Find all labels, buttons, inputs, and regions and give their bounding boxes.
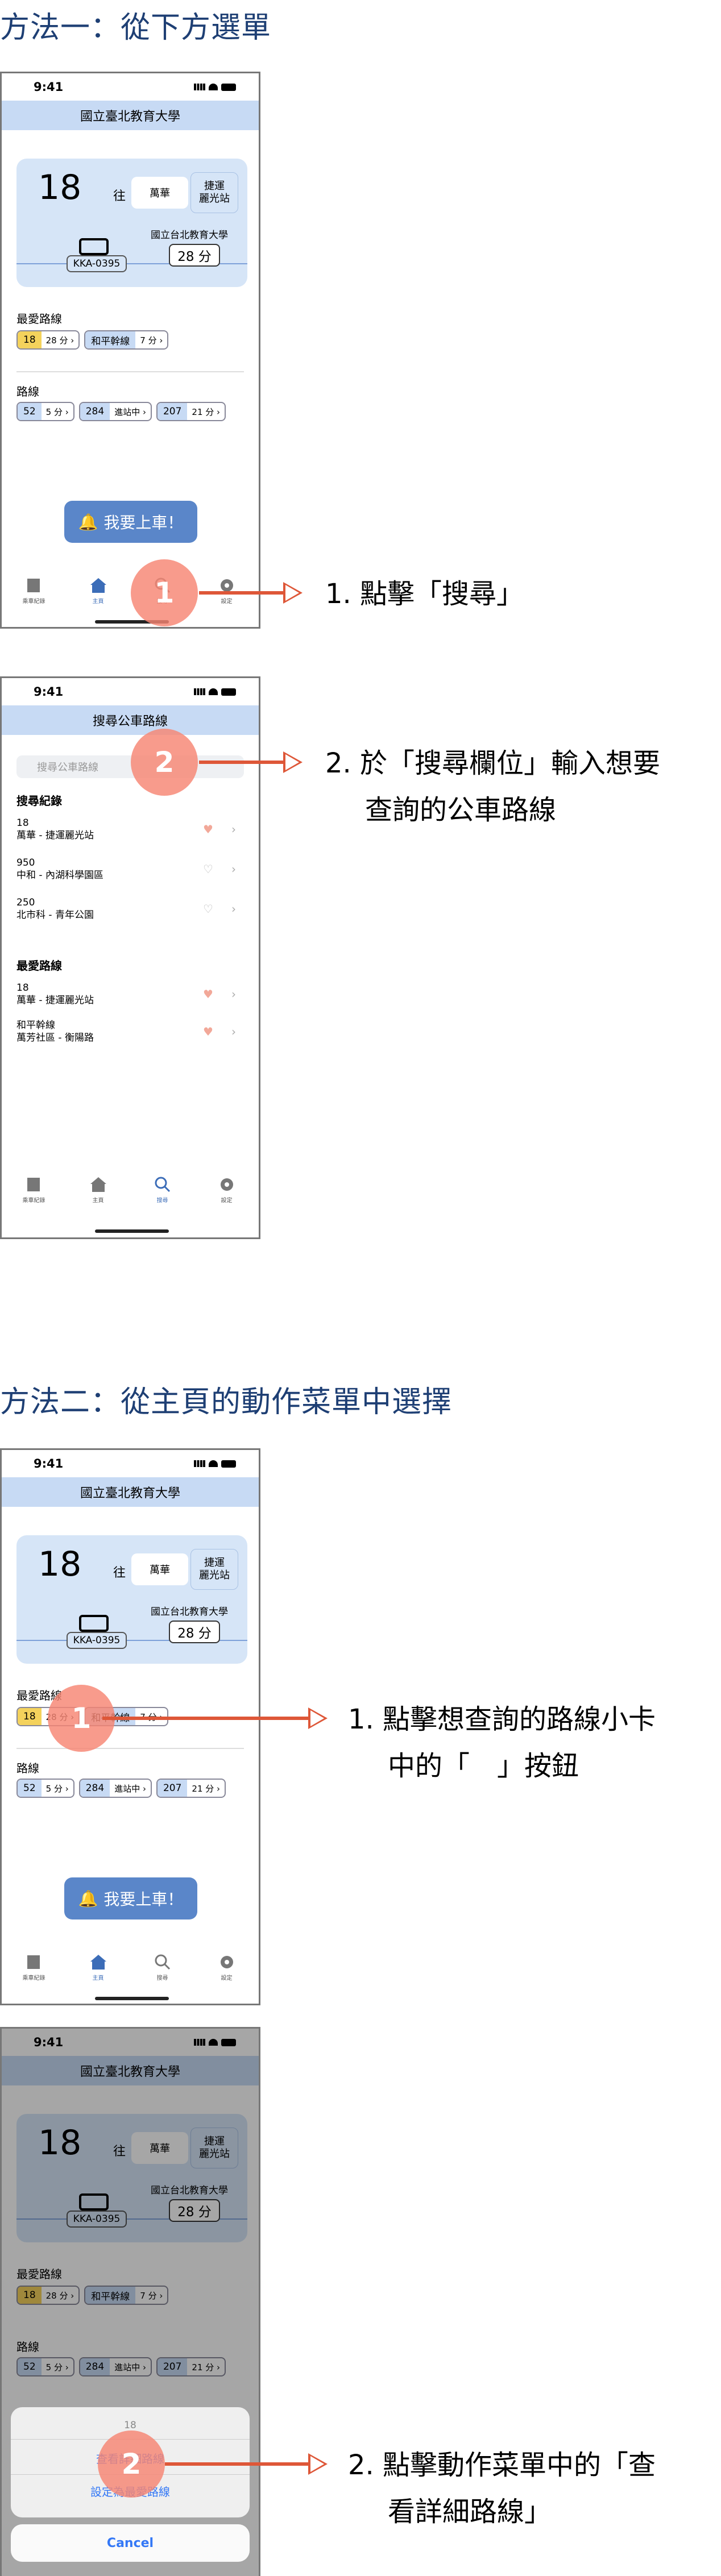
step-text: 1. 點擊「搜尋」 — [325, 578, 524, 610]
arrow — [102, 1707, 328, 1729]
fav-chip[interactable]: 1828 分 › — [16, 330, 80, 350]
route-number: 18 — [38, 168, 82, 207]
wifi-icon — [209, 1460, 218, 1467]
tab-history[interactable]: 乘車紀錄 — [11, 1954, 57, 1981]
tab-history[interactable]: 乘車紀錄 — [11, 1176, 57, 1204]
route-card[interactable]: 18 往 萬華 捷運 麗光站 KKA-0395 國立台北教育大學 28 分 — [16, 159, 247, 287]
history-icon — [27, 1178, 40, 1191]
phone-home-2: 9:41 國立臺北教育大學 18 往 萬華 捷運 麗光站 KKA-0395 國立… — [0, 1448, 260, 2005]
step-marker: 2 — [131, 729, 198, 796]
step-text: 2. 於「搜尋欄位」輸入想要 查詢的公車路線 — [325, 747, 661, 826]
nav-title: 搜尋公車路線 — [2, 705, 259, 735]
home-icon — [90, 578, 106, 593]
gear-icon — [220, 1178, 233, 1191]
home-icon — [90, 1177, 106, 1192]
heart-icon[interactable]: ♥ — [203, 1025, 213, 1038]
stop-name: 國立台北教育大學 — [151, 230, 228, 241]
to-label: 往 — [113, 189, 126, 203]
home-indicator — [95, 1997, 169, 2000]
chevron-right-icon: › — [231, 902, 236, 916]
heart-icon[interactable]: ♥ — [203, 822, 213, 836]
method1-title: 方法一：從下方選單 — [0, 11, 272, 45]
list-item[interactable]: 18 萬華 - 捷運麗光站 — [16, 817, 94, 842]
battery-icon — [221, 688, 236, 696]
step-marker: 1 — [131, 559, 198, 626]
step-marker: 2 — [98, 2430, 165, 2498]
home-icon — [90, 1955, 106, 1970]
search-icon — [155, 1177, 170, 1193]
tab-history[interactable]: 乘車紀錄 — [11, 577, 57, 605]
signal-icon — [194, 84, 205, 90]
fav-label: 最愛路線 — [16, 959, 62, 973]
chevron-right-icon: › — [231, 987, 236, 1001]
history-icon — [27, 1955, 40, 1969]
history-icon — [27, 579, 40, 592]
fav-chip[interactable]: 和平幹線7 分 › — [84, 330, 169, 350]
bus-icon — [79, 1615, 109, 1632]
route-chip[interactable]: 52 5 分 › — [16, 1779, 74, 1798]
chevron-right-icon: › — [231, 1025, 236, 1038]
nav-title: 國立臺北教育大學 — [2, 101, 259, 130]
arrow — [199, 582, 303, 604]
route-chip[interactable]: 207 21 分 › — [156, 1779, 226, 1798]
dest-other[interactable]: 捷運 麗光站 — [190, 172, 238, 213]
tab-search[interactable]: 搜尋 — [140, 1176, 185, 1204]
heart-icon[interactable]: ♡ — [203, 902, 213, 916]
arrow — [199, 751, 303, 773]
wifi-icon — [209, 688, 218, 695]
nav-title: 國立臺北教育大學 — [2, 1477, 259, 1507]
list-item[interactable]: 250 北市科 - 青年公園 — [16, 896, 94, 921]
arrow — [165, 2453, 328, 2475]
history-label: 搜尋紀錄 — [16, 794, 62, 808]
sheet-title: 18 — [124, 2420, 136, 2431]
list-item[interactable]: 和平幹線 萬芳社區 - 衡陽路 — [16, 1019, 94, 1044]
status-time: 9:41 — [34, 80, 64, 94]
eta: 28 分 — [169, 244, 220, 267]
bell-icon: 🔔 — [78, 1889, 98, 1908]
bus-icon — [79, 238, 109, 255]
route-chip[interactable]: 284 進站中 › — [78, 1779, 152, 1798]
signal-icon — [194, 688, 205, 695]
signal-icon — [194, 1460, 205, 1467]
route-chip[interactable]: 52 5 分 › — [16, 402, 74, 421]
dest-selected[interactable]: 萬華 — [131, 177, 188, 209]
board-button[interactable]: 🔔 我要上車！ — [64, 1877, 197, 1919]
search-icon — [155, 1954, 170, 1970]
step-text: 1. 點擊想查詢的路線小卡 中的「 」按鈕 — [348, 1704, 656, 1782]
heart-icon[interactable]: ♥ — [203, 987, 213, 1001]
phone-home-1: 9:41 國立臺北教育大學 18 往 萬華 捷運 麗光站 KKA-0395 國立… — [0, 72, 260, 629]
chevron-right-icon: › — [231, 862, 236, 876]
heart-icon[interactable]: ♡ — [203, 862, 213, 876]
plate: KKA-0395 — [67, 255, 127, 272]
wifi-icon — [209, 84, 218, 90]
gear-icon — [220, 1956, 233, 1968]
routes-label: 路線 — [16, 385, 39, 398]
step-text: 2. 點擊動作菜單中的「查 看詳細路線」 — [348, 2449, 656, 2528]
list-item[interactable]: 950 中和 - 內湖科學園區 — [16, 857, 103, 882]
tab-settings[interactable]: 設定 — [204, 1176, 250, 1204]
search-input[interactable]: 搜尋公車路線 — [16, 755, 244, 778]
route-chip[interactable]: 207 21 分 › — [156, 402, 226, 421]
bell-icon: 🔔 — [78, 512, 98, 531]
home-indicator — [95, 1229, 169, 1233]
board-button[interactable]: 🔔 我要上車！ — [64, 501, 197, 543]
chevron-right-icon: › — [231, 822, 236, 836]
tab-settings[interactable]: 設定 — [204, 1954, 250, 1981]
tab-home[interactable]: 主頁 — [76, 577, 121, 605]
method2-title: 方法二：從主頁的動作菜單中選擇 — [0, 1385, 453, 1419]
tab-home[interactable]: 主頁 — [76, 1176, 121, 1204]
tab-search[interactable]: 搜尋 — [140, 1954, 185, 1981]
battery-icon — [221, 83, 236, 91]
battery-icon — [221, 1460, 236, 1468]
route-card[interactable]: 18 往 萬華 捷運 麗光站 KKA-0395 國立台北教育大學 28 分 — [16, 1535, 247, 1664]
list-item[interactable]: 18 萬華 - 捷運麗光站 — [16, 982, 94, 1007]
favorites-label: 最愛路線 — [16, 312, 62, 326]
cancel-button[interactable]: Cancel — [11, 2524, 250, 2562]
tab-home[interactable]: 主頁 — [76, 1954, 121, 1981]
route-chip[interactable]: 284 進站中 › — [78, 402, 152, 421]
